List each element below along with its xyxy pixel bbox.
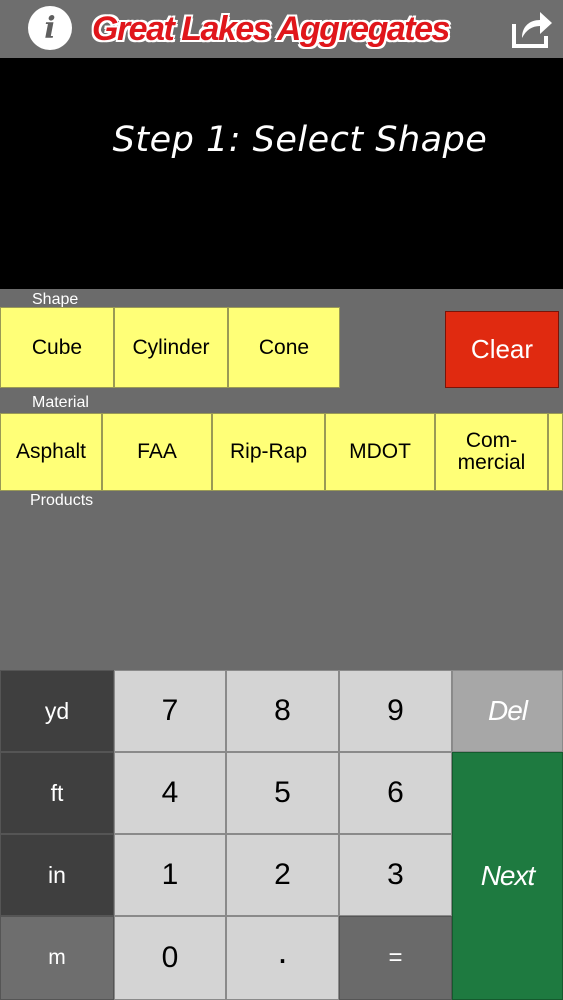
digit-6-key[interactable]: 6	[339, 752, 452, 834]
material-mdot-button[interactable]: MDOT	[325, 413, 435, 491]
next-button[interactable]: Next	[452, 752, 563, 1000]
material-asphalt-button[interactable]: Asphalt	[0, 413, 102, 491]
shape-cone-button[interactable]: Cone	[228, 307, 340, 388]
digit-5-key[interactable]: 5	[226, 752, 339, 834]
step-title: Step 1: Select Shape	[112, 120, 488, 160]
clear-button[interactable]: Clear	[445, 311, 559, 388]
share-icon[interactable]	[508, 6, 556, 52]
products-section-label: Products	[30, 492, 94, 509]
digit-8-key[interactable]: 8	[226, 670, 339, 752]
shape-cylinder-button[interactable]: Cylinder	[114, 307, 228, 388]
digit-0-key[interactable]: 0	[114, 916, 226, 1000]
app-header: i Great Lakes Aggregates	[0, 0, 563, 58]
unit-yd-key[interactable]: yd	[0, 670, 114, 752]
digit-9-key[interactable]: 9	[339, 670, 452, 752]
material-more-button[interactable]	[548, 413, 563, 491]
material-rip-rap-button[interactable]: Rip-Rap	[212, 413, 325, 491]
unit-m-key[interactable]: m	[0, 916, 114, 1000]
decimal-point-key[interactable]: .	[226, 916, 339, 1000]
material-commercial-button[interactable]: Com- mercial	[435, 413, 548, 491]
delete-key[interactable]: Del	[452, 670, 563, 752]
material-faa-button[interactable]: FAA	[102, 413, 212, 491]
unit-ft-key[interactable]: ft	[0, 752, 114, 834]
info-icon[interactable]: i	[28, 6, 72, 50]
equals-key[interactable]: =	[339, 916, 452, 1000]
digit-4-key[interactable]: 4	[114, 752, 226, 834]
digit-3-key[interactable]: 3	[339, 834, 452, 916]
app-title: Great Lakes Aggregates	[92, 10, 450, 48]
material-section-label: Material	[32, 394, 89, 411]
digit-2-key[interactable]: 2	[226, 834, 339, 916]
step-banner: Step 1: Select Shape	[0, 58, 563, 289]
unit-in-key[interactable]: in	[0, 834, 114, 916]
shape-cube-button[interactable]: Cube	[0, 307, 114, 388]
digit-7-key[interactable]: 7	[114, 670, 226, 752]
digit-1-key[interactable]: 1	[114, 834, 226, 916]
